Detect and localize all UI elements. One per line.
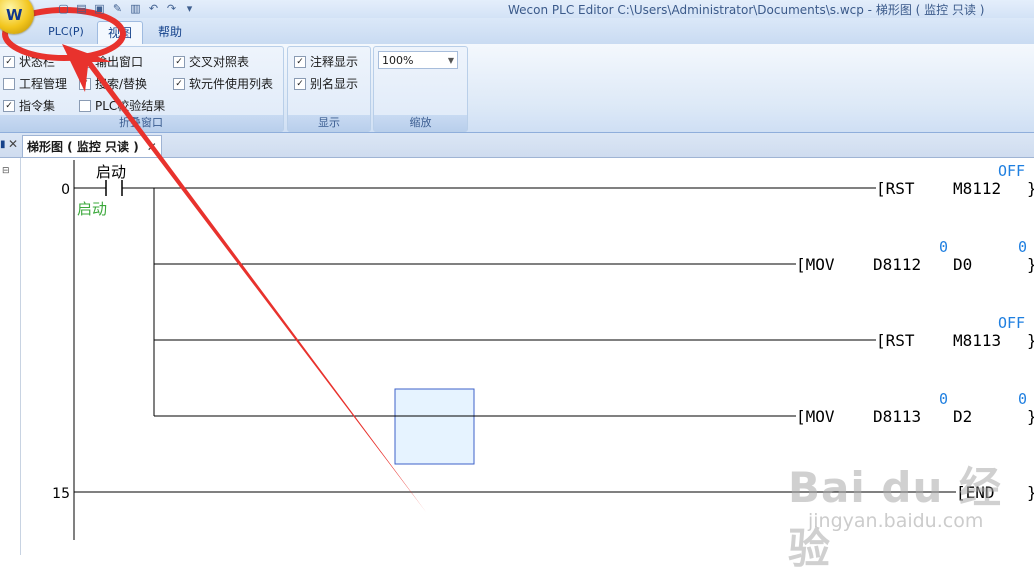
- open-folder-icon[interactable]: ▤: [74, 1, 89, 16]
- step-number: 0: [61, 182, 70, 198]
- instruction-op[interactable]: [MOV: [796, 407, 835, 426]
- contact-device-label: 启动: [96, 163, 126, 181]
- monitor-value: 0: [939, 238, 948, 256]
- undo-icon[interactable]: ↶: [146, 1, 161, 16]
- contact-comment: 启动: [77, 200, 107, 218]
- folder-icon[interactable]: ▥: [128, 1, 143, 16]
- instruction-operand: D2: [953, 407, 972, 426]
- qat-dropdown-icon[interactable]: ▾: [182, 1, 197, 16]
- monitor-value: 0: [939, 390, 948, 408]
- cursor-box[interactable]: [394, 388, 475, 465]
- instruction-op[interactable]: [MOV: [796, 255, 835, 274]
- monitor-value: 0: [1018, 390, 1027, 408]
- instruction-close: }: [1027, 483, 1034, 502]
- quick-access-toolbar: ▢ ▤ ▣ ✎ ▥ ↶ ↷ ▾: [56, 1, 197, 17]
- instruction-op[interactable]: [END: [956, 483, 995, 502]
- instruction-operand: D0: [953, 255, 972, 274]
- new-file-icon[interactable]: ▢: [56, 1, 71, 16]
- instruction-operand: M8113: [953, 331, 1001, 350]
- instruction-close: }: [1027, 407, 1034, 426]
- instruction-op[interactable]: [RST: [876, 331, 915, 350]
- instruction-operand: M8112: [953, 179, 1001, 198]
- instruction-operand: D8112: [873, 255, 921, 274]
- monitor-value: OFF: [998, 314, 1025, 332]
- instruction-close: }: [1027, 331, 1034, 350]
- ladder-diagram[interactable]: 0 15 启动 启动 [RST M8112 } OFF [MOV D8112 D…: [0, 0, 1034, 555]
- instruction-op[interactable]: [RST: [876, 179, 915, 198]
- instruction-close: }: [1027, 255, 1034, 274]
- save-icon[interactable]: ▣: [92, 1, 107, 16]
- step-number: 15: [52, 486, 70, 502]
- instruction-close: }: [1027, 179, 1034, 198]
- edit-icon[interactable]: ✎: [110, 1, 125, 16]
- app-logo-icon: W: [6, 6, 23, 24]
- monitor-value: 0: [1018, 238, 1027, 256]
- instruction-operand: D8113: [873, 407, 921, 426]
- monitor-value: OFF: [998, 162, 1025, 180]
- redo-icon[interactable]: ↷: [164, 1, 179, 16]
